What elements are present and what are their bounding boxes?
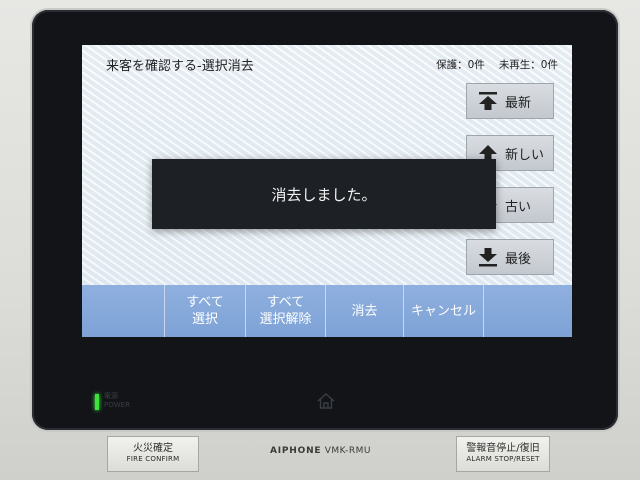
power-led bbox=[95, 394, 99, 410]
action-bar: すべて 選択 すべて 選択解除 消去 キャンセル bbox=[82, 285, 572, 337]
power-label-en: POWER bbox=[104, 401, 130, 409]
last-button[interactable]: 最後 bbox=[466, 239, 554, 275]
alarm-stop-button[interactable]: 警報音停止/復旧 ALARM STOP/RESET bbox=[456, 436, 550, 472]
power-label-jp: 電源 bbox=[104, 392, 118, 400]
fire-confirm-label-en: FIRE CONFIRM bbox=[126, 455, 180, 463]
action-slot-empty-right bbox=[483, 285, 572, 337]
last-label: 最後 bbox=[505, 251, 532, 267]
record-counts: 保護：0件 未再生：0件 bbox=[436, 57, 558, 72]
deselect-all-button[interactable]: すべて 選択解除 bbox=[245, 285, 325, 337]
toast-message: 消去しました。 bbox=[271, 185, 377, 204]
delete-button[interactable]: 消去 bbox=[325, 285, 403, 337]
action-slot-empty bbox=[82, 285, 164, 337]
model-name: VMK-RMU bbox=[324, 446, 371, 456]
page-title: 来客を確認する-選択消去 bbox=[106, 58, 254, 74]
latest-label: 最新 bbox=[505, 95, 532, 111]
deleted-toast: 消去しました。 bbox=[152, 159, 496, 229]
touch-screen: 来客を確認する-選択消去 保護：0件 未再生：0件 最新 新しい 古い 最後 消… bbox=[82, 45, 572, 337]
brand-name: AIPHONE bbox=[270, 446, 322, 456]
brand-label: AIPHONE VMK-RMU bbox=[270, 446, 371, 456]
unplayed-count: 未再生：0件 bbox=[498, 58, 558, 71]
alarm-stop-label-en: ALARM STOP/RESET bbox=[466, 455, 540, 463]
fire-confirm-label-jp: 火災確定 bbox=[133, 443, 173, 454]
arrow-up-to-top-icon bbox=[479, 92, 497, 110]
power-label: 電源 POWER bbox=[104, 392, 130, 410]
alarm-stop-label-jp: 警報音停止/復旧 bbox=[466, 443, 540, 454]
select-all-button[interactable]: すべて 選択 bbox=[164, 285, 245, 337]
latest-button[interactable]: 最新 bbox=[466, 83, 554, 119]
older-label: 古い bbox=[505, 199, 532, 215]
fire-confirm-button[interactable]: 火災確定 FIRE CONFIRM bbox=[107, 436, 199, 472]
title-bar: 来客を確認する-選択消去 保護：0件 未再生：0件 bbox=[82, 45, 572, 83]
newer-label: 新しい bbox=[505, 147, 545, 163]
home-icon[interactable] bbox=[316, 392, 336, 410]
arrow-down-to-bottom-icon bbox=[479, 248, 497, 267]
protected-count: 保護：0件 bbox=[436, 58, 485, 71]
intercom-device: 来客を確認する-選択消去 保護：0件 未再生：0件 最新 新しい 古い 最後 消… bbox=[0, 0, 640, 480]
cancel-button[interactable]: キャンセル bbox=[403, 285, 483, 337]
